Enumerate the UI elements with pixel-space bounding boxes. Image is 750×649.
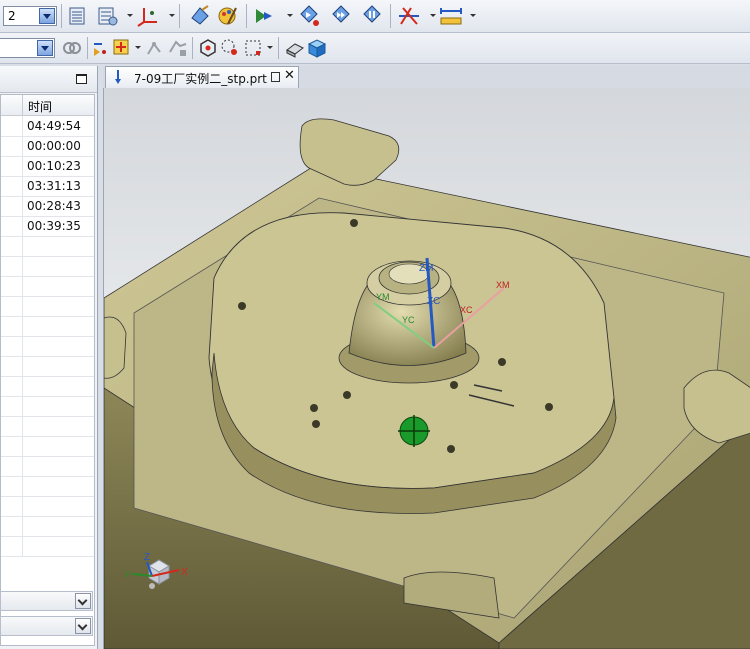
paint-brush-icon[interactable]	[216, 4, 240, 28]
time-cell: 00:39:35	[27, 219, 81, 233]
dropdown-arrow-icon[interactable]	[287, 14, 293, 17]
edit-object-icon[interactable]	[188, 4, 212, 28]
main-toolbar: 2	[0, 0, 750, 33]
feature-icon[interactable]	[166, 36, 190, 60]
dropdown-arrow-icon[interactable]	[127, 14, 133, 17]
chevron-down-icon[interactable]	[75, 618, 91, 634]
solid-cube-icon[interactable]	[305, 36, 329, 60]
table-row[interactable]	[1, 516, 94, 537]
triad-label-z: Z	[144, 552, 150, 563]
shaded-view-icon[interactable]	[283, 36, 307, 60]
table-row[interactable]	[1, 276, 94, 297]
graphics-viewport[interactable]: ZM ZC YM YC XM XC Z X Y	[103, 88, 750, 649]
close-icon[interactable]: ✕	[284, 68, 295, 83]
measure-length-icon[interactable]	[439, 4, 463, 28]
dropdown-arrow-icon[interactable]	[169, 14, 175, 17]
table-row[interactable]: 04:49:54	[1, 116, 94, 137]
table-row[interactable]: 00:39:35	[1, 216, 94, 237]
view-play-icon[interactable]	[252, 4, 276, 28]
lasso-select-icon[interactable]	[218, 36, 242, 60]
table-row[interactable]	[1, 316, 94, 337]
layers-icon[interactable]	[65, 4, 89, 28]
document-tabs: 7-09工厂实例二_stp.prt ✕	[103, 66, 750, 88]
view-step-icon[interactable]	[329, 4, 353, 28]
table-row[interactable]	[1, 536, 94, 557]
table-row[interactable]: 00:10:23	[1, 156, 94, 177]
part-file-icon	[115, 70, 121, 84]
table-row[interactable]	[1, 256, 94, 277]
table-row[interactable]	[1, 456, 94, 477]
dropdown-arrow-icon[interactable]	[267, 46, 273, 49]
table-row[interactable]	[1, 356, 94, 377]
table-row[interactable]: 00:00:00	[1, 136, 94, 157]
box-select-icon[interactable]	[241, 36, 265, 60]
triad-label-x: X	[181, 567, 188, 578]
csys-label-xm: XM	[496, 280, 510, 290]
time-cell: 00:00:00	[27, 139, 81, 153]
measure-distance-icon[interactable]	[397, 4, 421, 28]
layer-combo-value: 2	[8, 9, 16, 23]
time-cell: 03:31:13	[27, 179, 81, 193]
dropdown-arrow-icon[interactable]	[135, 46, 141, 49]
table-row[interactable]	[1, 236, 94, 257]
time-cell: 00:10:23	[27, 159, 81, 173]
csys-label-zm: ZM	[419, 263, 433, 274]
details-dropdown[interactable]	[0, 591, 93, 611]
datum-csys-icon[interactable]	[136, 4, 160, 28]
table-row[interactable]	[1, 336, 94, 357]
table-row[interactable]	[1, 296, 94, 317]
select-point-icon[interactable]	[110, 36, 134, 60]
column-header-row: 时间	[1, 95, 94, 116]
chevron-down-icon[interactable]	[39, 8, 55, 24]
table-row[interactable]	[1, 376, 94, 397]
operation-navigator-panel: 时间 04:49:54 00:00:00 00:10:23 03:31:13 00:28…	[0, 66, 98, 649]
maximize-icon[interactable]	[76, 74, 87, 84]
table-row[interactable]: 00:28:43	[1, 196, 94, 217]
csys-label-xc: XC	[460, 305, 473, 315]
time-cell: 00:28:43	[27, 199, 81, 213]
tab-document[interactable]: 7-09工厂实例二_stp.prt ✕	[105, 66, 299, 88]
selection-toolbar	[0, 33, 750, 64]
csys-label-ym: YM	[376, 292, 390, 302]
point-on-curve-icon[interactable]	[144, 36, 168, 60]
table-row[interactable]	[1, 436, 94, 457]
triad-label-y: Y	[124, 570, 131, 581]
chevron-down-icon[interactable]	[75, 593, 91, 609]
dropdown-arrow-icon[interactable]	[430, 14, 436, 17]
chevron-down-icon[interactable]	[37, 40, 53, 56]
table-row[interactable]	[1, 496, 94, 517]
select-all-icon[interactable]	[196, 36, 220, 60]
document-title: 7-09工厂实例二_stp.prt	[134, 72, 267, 86]
csys-label-zc: ZC	[427, 296, 440, 307]
dropdown-arrow-icon[interactable]	[470, 14, 476, 17]
layer-combo[interactable]: 2	[3, 6, 57, 26]
layer-settings-icon[interactable]	[95, 4, 119, 28]
mold-base-model[interactable]: ZM ZC YM YC XM XC Z X Y	[104, 88, 750, 649]
time-cell: 04:49:54	[27, 119, 81, 133]
table-row[interactable]	[1, 416, 94, 437]
table-row[interactable]	[1, 476, 94, 497]
view-reset-icon[interactable]	[360, 4, 384, 28]
panel-header	[0, 66, 97, 93]
table-row[interactable]: 03:31:13	[1, 176, 94, 197]
dependencies-dropdown[interactable]	[0, 616, 93, 636]
tab-modified-icon	[271, 72, 280, 82]
view-forward-icon[interactable]	[297, 4, 321, 28]
link-icon[interactable]	[60, 36, 84, 60]
column-header-time[interactable]: 时间	[28, 98, 52, 115]
csys-label-yc: YC	[402, 315, 415, 325]
table-row[interactable]	[1, 396, 94, 417]
operation-list: 时间 04:49:54 00:00:00 00:10:23 03:31:13 00:28…	[0, 94, 95, 646]
filter-combo[interactable]	[0, 38, 55, 58]
